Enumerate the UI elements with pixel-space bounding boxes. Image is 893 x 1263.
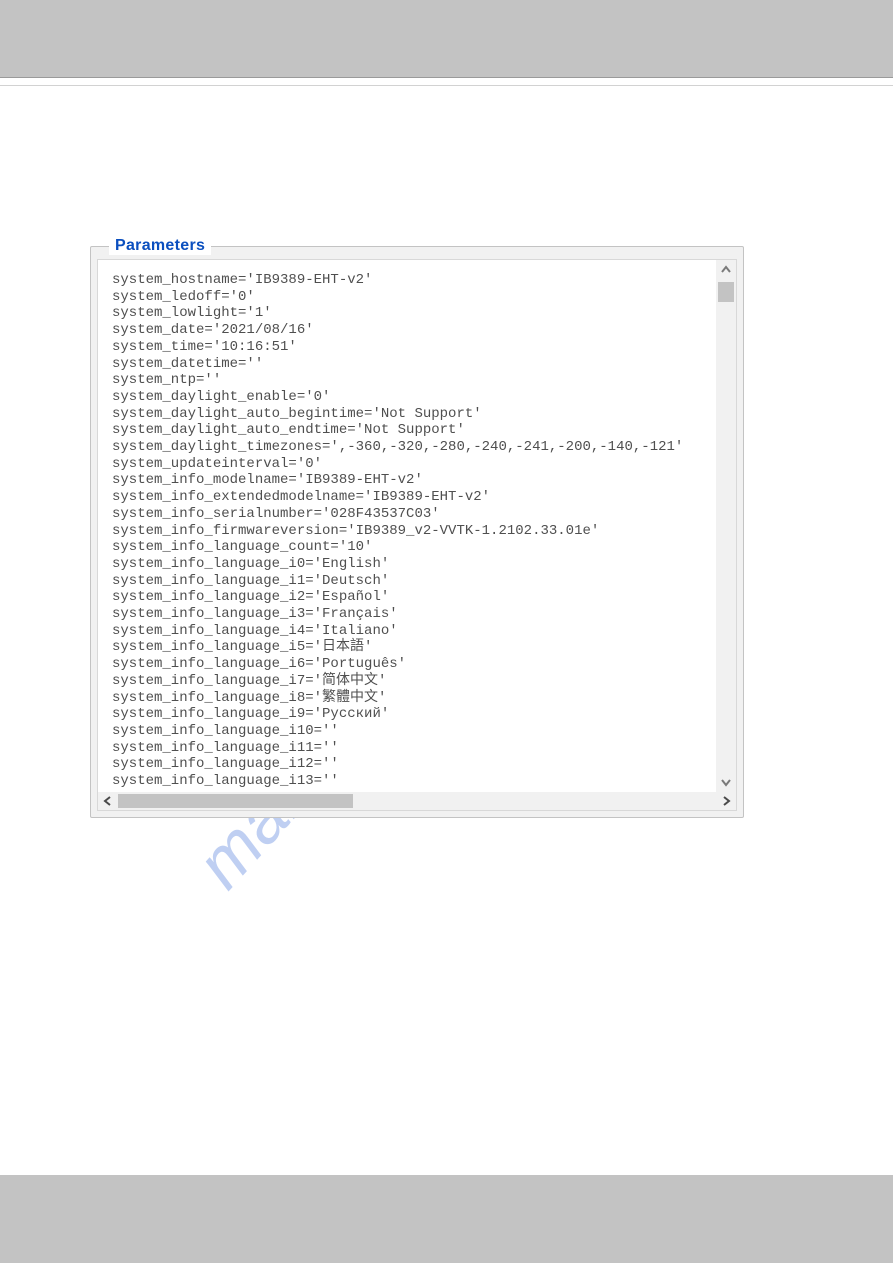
header-banner [0,0,893,78]
parameters-scroll-area: system_hostname='IB9389-EHT-v2' system_l… [97,259,737,811]
scroll-up-icon[interactable] [716,260,736,280]
panel-legend: Parameters [109,237,211,255]
divider [0,78,893,86]
horizontal-scroll-thumb[interactable] [118,794,353,808]
footer-banner [0,1175,893,1263]
horizontal-scrollbar[interactable] [98,792,736,810]
vertical-scroll-thumb[interactable] [718,282,734,302]
parameters-text: system_hostname='IB9389-EHT-v2' system_l… [112,272,710,790]
scroll-left-icon[interactable] [98,792,118,810]
parameters-panel: Parameters system_hostname='IB9389-EHT-v… [90,246,744,818]
scroll-down-icon[interactable] [716,772,736,792]
vertical-scroll-track[interactable] [716,280,736,772]
horizontal-scroll-track[interactable] [118,792,716,810]
parameters-viewport[interactable]: system_hostname='IB9389-EHT-v2' system_l… [98,260,716,792]
vertical-scrollbar[interactable] [716,260,736,792]
scroll-right-icon[interactable] [716,792,736,810]
